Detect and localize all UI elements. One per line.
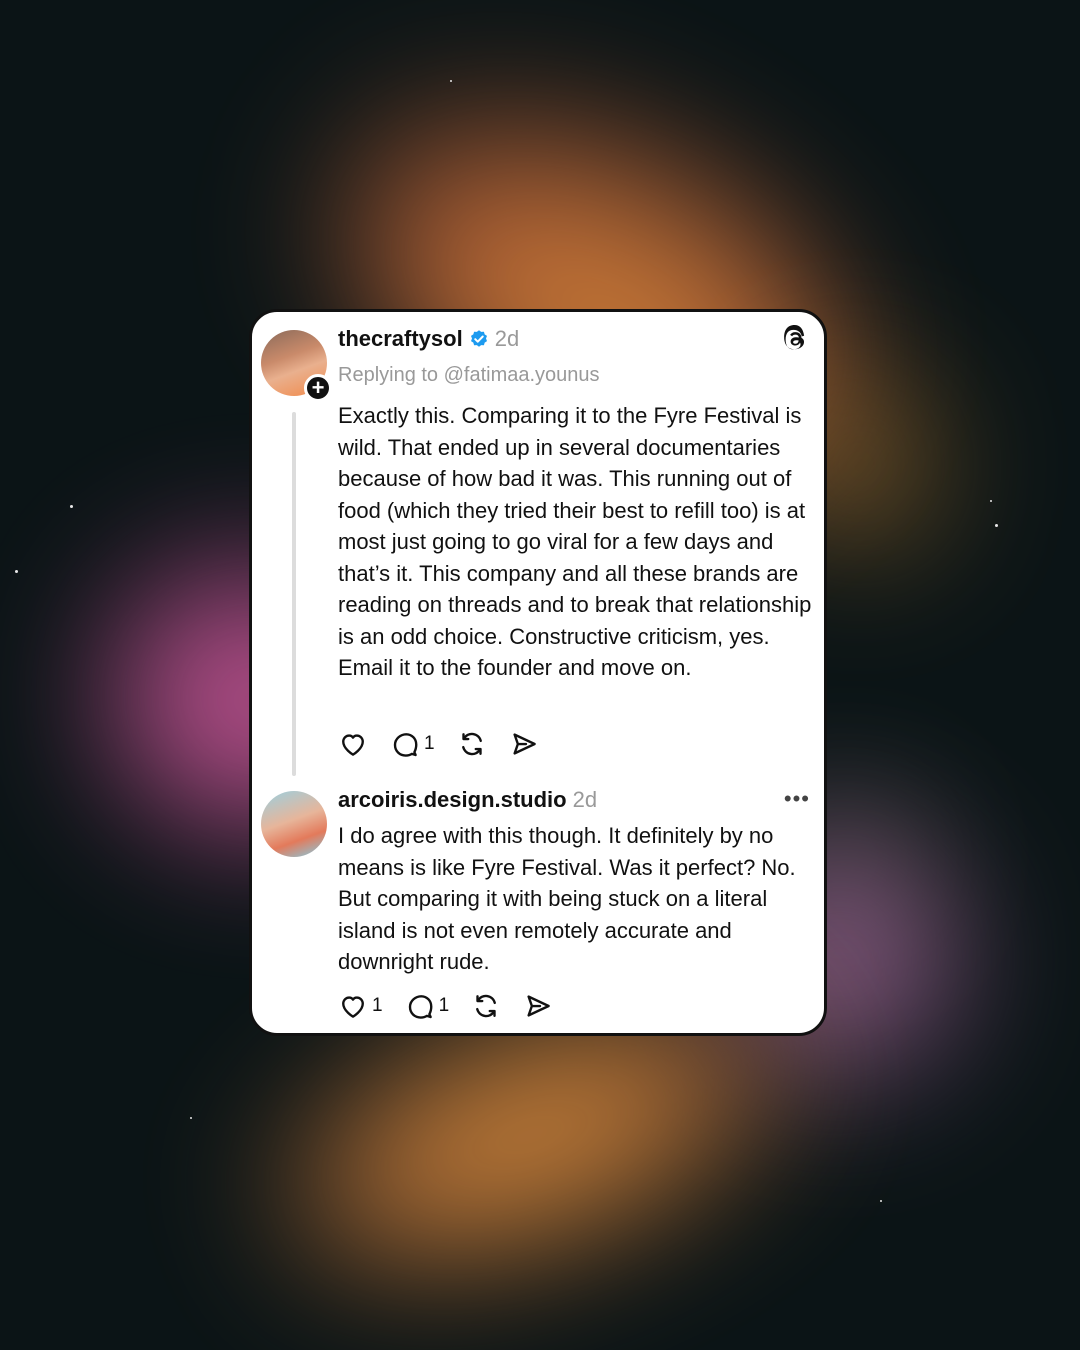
reply-actions: 1 1 bbox=[338, 991, 575, 1021]
timestamp: 2d bbox=[572, 787, 598, 812]
threads-logo-icon[interactable] bbox=[780, 324, 810, 354]
post-actions: 1 bbox=[338, 729, 561, 759]
post-header: thecraftysol 2d bbox=[338, 326, 519, 352]
verified-badge-icon bbox=[470, 330, 487, 347]
like-count: 1 bbox=[372, 995, 383, 1016]
star bbox=[70, 505, 73, 508]
share-icon bbox=[513, 733, 536, 755]
star bbox=[990, 500, 992, 502]
more-options-button[interactable]: ••• bbox=[784, 788, 810, 810]
like-button[interactable]: 1 bbox=[338, 991, 383, 1021]
share-button[interactable] bbox=[523, 991, 553, 1021]
timestamp: 2d bbox=[494, 326, 520, 351]
username[interactable]: arcoiris.design.studio bbox=[338, 787, 567, 813]
repost-button[interactable] bbox=[471, 991, 501, 1021]
replying-to-label[interactable]: Replying to @fatimaa.younus bbox=[338, 364, 600, 387]
star bbox=[15, 570, 18, 573]
thread-connector-line bbox=[292, 412, 296, 776]
repost-button[interactable] bbox=[457, 729, 487, 759]
comment-icon bbox=[408, 995, 433, 1019]
reply-header: arcoiris.design.studio 2d bbox=[338, 787, 597, 813]
star bbox=[880, 1200, 882, 1202]
follow-plus-icon[interactable]: + bbox=[304, 374, 332, 402]
star bbox=[190, 1117, 192, 1119]
comment-button[interactable]: 1 bbox=[390, 729, 435, 759]
avatar[interactable] bbox=[261, 791, 327, 857]
comment-count: 1 bbox=[438, 995, 450, 1016]
repost-icon bbox=[461, 732, 482, 756]
star bbox=[995, 524, 998, 527]
comment-button[interactable]: 1 bbox=[405, 991, 450, 1021]
comment-icon bbox=[393, 733, 418, 757]
threads-post-card: + thecraftysol 2d Replying to @fatimaa.y… bbox=[249, 309, 827, 1036]
share-icon bbox=[527, 995, 550, 1017]
share-button[interactable] bbox=[509, 729, 539, 759]
repost-icon bbox=[476, 994, 497, 1018]
like-button[interactable] bbox=[338, 729, 368, 759]
username[interactable]: thecraftysol bbox=[338, 326, 463, 352]
reply-body-text: I do agree with this though. It definite… bbox=[338, 823, 796, 974]
heart-icon bbox=[342, 996, 364, 1018]
comment-count: 1 bbox=[424, 733, 435, 754]
star bbox=[450, 80, 452, 82]
post-body-text: Exactly this. Comparing it to the Fyre F… bbox=[338, 403, 812, 680]
heart-icon bbox=[342, 734, 364, 756]
